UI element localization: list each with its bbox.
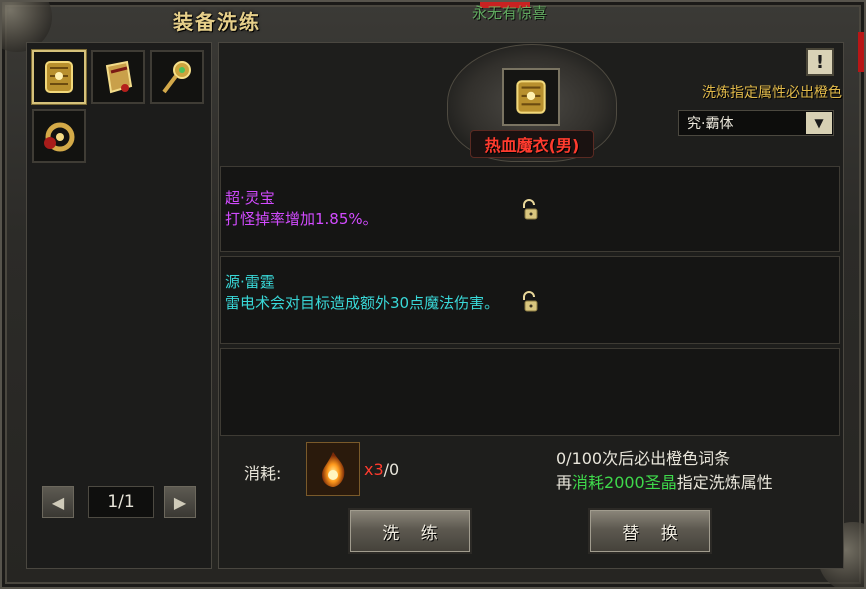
- page-indicator: 1/1: [88, 486, 154, 518]
- chevron-down-icon[interactable]: ▼: [806, 112, 832, 134]
- attribute-row-empty: [220, 348, 840, 436]
- refine-button[interactable]: 洗 练: [348, 508, 472, 554]
- armor-icon: [516, 80, 546, 114]
- armor-icon: [45, 61, 73, 93]
- ring-icon: [44, 122, 75, 152]
- selected-item-slot[interactable]: [502, 68, 560, 126]
- cost-owned: /0: [383, 460, 400, 479]
- cost-count: x3/0: [364, 460, 399, 479]
- attribute-row: 超·灵宝 打怪掉率增加1.85%。: [220, 166, 840, 252]
- refine-window: 永无有惊喜 装备洗练 ◀ 1/1 ▶ 热血魔衣(男) ! 洗炼指定属性必出橙色 …: [0, 0, 866, 589]
- info-button[interactable]: !: [806, 48, 834, 76]
- cost-label: 消耗:: [244, 464, 282, 483]
- cost-required: x3: [364, 460, 384, 479]
- hint-part: 指定洗炼属性: [676, 473, 773, 492]
- attribute-desc: 雷电术会对目标造成额外30点魔法伤害。: [225, 294, 500, 312]
- equipment-slot-armor[interactable]: [32, 50, 86, 104]
- scepter-icon: [162, 61, 191, 94]
- material-slot[interactable]: [306, 442, 360, 496]
- hint-cost: 消耗2000圣晶: [572, 473, 677, 492]
- bracer-icon: [105, 60, 133, 94]
- equipment-slot-bracer[interactable]: [91, 50, 145, 104]
- hint-part: 再: [556, 473, 573, 492]
- page-prev-button[interactable]: ◀: [42, 486, 74, 518]
- hint-text: 洗炼指定属性必出橙色: [702, 85, 842, 101]
- attribute-title: 超·灵宝: [225, 189, 275, 207]
- unlock-icon[interactable]: [519, 199, 539, 221]
- guarantee-hint: 再消耗2000圣晶指定洗炼属性: [556, 469, 773, 493]
- attribute-title: 源·雷霆: [225, 273, 275, 291]
- equipment-slot-scepter[interactable]: [150, 50, 204, 104]
- guarantee-progress: 0/100次后必出橙色词条: [556, 449, 731, 468]
- attribute-row: 源·雷霆 雷电术会对目标造成额外30点魔法伤害。: [220, 256, 840, 344]
- unlock-icon[interactable]: [519, 291, 539, 313]
- flame-crystal-icon: [322, 452, 345, 487]
- item-name-label: 热血魔衣(男): [470, 130, 594, 158]
- window-title: 装备洗练: [173, 10, 261, 34]
- replace-button[interactable]: 替 换: [588, 508, 712, 554]
- equipment-slot-ring[interactable]: [32, 109, 86, 163]
- background-text: 永无有惊喜: [472, 4, 548, 22]
- page-next-button[interactable]: ▶: [164, 486, 196, 518]
- background-edge: [858, 32, 864, 72]
- attribute-desc: 打怪掉率增加1.85%。: [225, 210, 378, 228]
